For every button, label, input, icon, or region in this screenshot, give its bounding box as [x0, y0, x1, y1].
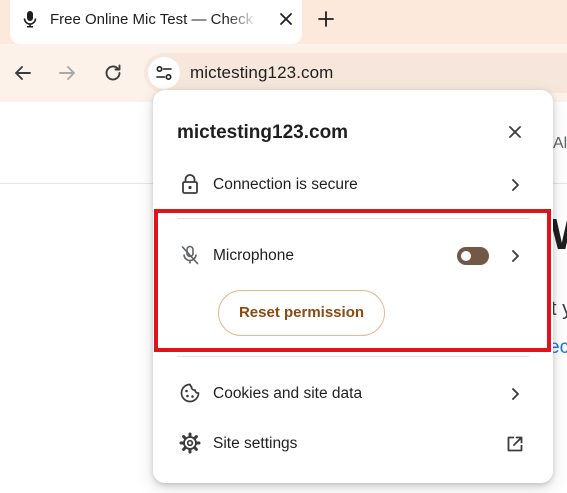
cookies-label: Cookies and site data	[213, 385, 363, 402]
gear-icon	[179, 432, 201, 454]
chevron-right-icon	[505, 175, 525, 195]
tab-title: Free Online Mic Test — Check Your Microp…	[50, 11, 258, 28]
chevron-right-icon	[505, 384, 525, 404]
new-tab-icon[interactable]	[313, 6, 339, 32]
address-bar[interactable]: mictesting123.com	[144, 53, 567, 93]
active-tab[interactable]: Free Online Mic Test — Check Your Microp…	[10, 0, 302, 44]
connection-security-row[interactable]: Connection is secure	[153, 161, 553, 209]
site-info-tune-icon[interactable]	[148, 57, 180, 89]
site-settings-label: Site settings	[213, 435, 298, 452]
popup-title: mictesting123.com	[177, 122, 349, 143]
lock-icon	[179, 173, 201, 195]
cookie-icon	[179, 382, 201, 404]
microphone-icon	[22, 10, 38, 28]
tab-strip: Free Online Mic Test — Check Your Microp…	[0, 0, 567, 44]
connection-label: Connection is secure	[213, 176, 358, 193]
page-text-fragment: Al	[553, 135, 567, 152]
url-text: mictesting123.com	[190, 63, 334, 82]
page-text-fragment: t y	[551, 298, 567, 320]
back-arrow-icon[interactable]	[11, 61, 35, 85]
divider	[177, 356, 529, 357]
highlight-box	[154, 209, 551, 352]
cookies-site-data-row[interactable]: Cookies and site data	[153, 370, 553, 418]
site-settings-row[interactable]: Site settings	[153, 420, 553, 468]
browser-window: Free Online Mic Test — Check Your Microp…	[0, 0, 567, 493]
reload-icon[interactable]	[101, 61, 125, 85]
tab-close-icon[interactable]	[276, 9, 296, 29]
forward-arrow-icon[interactable]	[55, 61, 79, 85]
open-in-new-icon	[505, 434, 525, 454]
close-icon[interactable]	[505, 122, 525, 142]
